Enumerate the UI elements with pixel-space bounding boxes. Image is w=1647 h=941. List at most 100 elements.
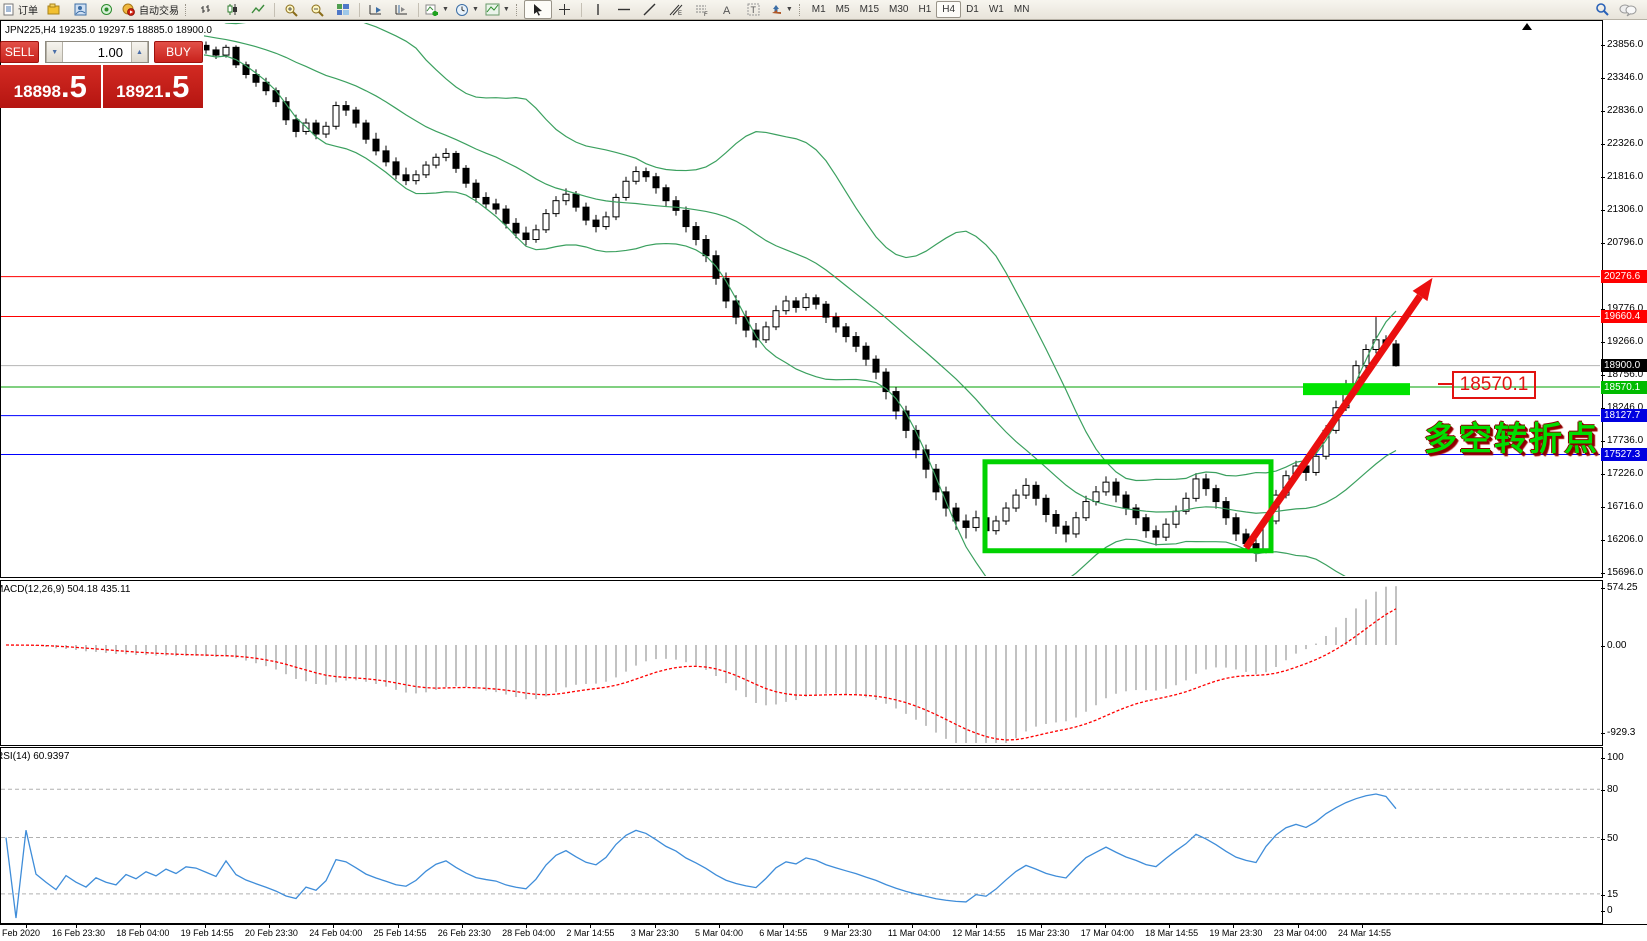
open-value: 19235.0 (59, 25, 95, 36)
timeframe-m5[interactable]: M5 (831, 2, 855, 17)
text-tool-button[interactable]: A (715, 1, 741, 18)
volume-input[interactable]: 1.00 (63, 42, 131, 62)
indicators-button[interactable]: ▼ (422, 1, 452, 18)
rsi-panel[interactable] (0, 747, 1603, 924)
price-tick-label: 20796.0 (1607, 237, 1643, 248)
profiles-button[interactable] (41, 1, 67, 18)
rsi-tick-label: 80 (1607, 784, 1618, 795)
time-label: 2 Mar 14:55 (566, 928, 614, 938)
search-button[interactable] (1589, 1, 1615, 18)
time-label: 3 Mar 23:30 (631, 928, 679, 938)
time-tick (26, 925, 27, 928)
new-order-button[interactable]: 订单 (0, 1, 41, 18)
sell-button[interactable]: SELL (0, 41, 39, 63)
toolbar: 订单 自动交易 (0, 0, 1647, 20)
time-tick (783, 925, 784, 928)
timeframe-m15[interactable]: M15 (855, 2, 884, 17)
crosshair-tool-button[interactable] (552, 1, 578, 18)
bar-chart-button[interactable] (193, 1, 219, 18)
trendline-icon (643, 3, 656, 16)
time-tick (1105, 925, 1106, 928)
toolbar-separator (359, 3, 360, 17)
buy-button[interactable]: BUY (154, 41, 203, 63)
price-tick-label: 22836.0 (1607, 105, 1643, 116)
crosshair-icon (558, 3, 571, 16)
volume-down-button[interactable]: ▼ (46, 42, 63, 62)
time-tick (76, 925, 77, 928)
time-label: 19 Feb 14:55 (181, 928, 234, 938)
text-label-icon: T (747, 3, 760, 16)
ask-price[interactable]: 18921 .5 (103, 65, 204, 108)
zoom-in-icon (284, 3, 298, 17)
time-tick (912, 925, 913, 928)
rsi-tick-label: 50 (1607, 833, 1618, 844)
chart-canvas (0, 0, 1647, 940)
community-chat-button[interactable] (1615, 1, 1641, 18)
price-axis[interactable]: 23856.023346.022836.022326.021816.021306… (1601, 20, 1647, 924)
timeframe-d1[interactable]: D1 (961, 2, 984, 17)
time-label: 16 Feb 23:30 (52, 928, 105, 938)
chat-bubbles-icon (1619, 3, 1637, 17)
time-axis[interactable]: Feb 202016 Feb 23:3018 Feb 04:0019 Feb 1… (0, 924, 1647, 941)
turning-point-annotation[interactable]: 多空转折点 (1424, 412, 1599, 460)
time-label: 25 Feb 14:55 (374, 928, 427, 938)
cursor-tool-button[interactable] (524, 0, 552, 19)
label-tool-button[interactable]: T (741, 1, 767, 18)
zoom-in-button[interactable] (278, 1, 304, 18)
channel-tool-button[interactable]: E (663, 1, 689, 18)
svg-text:E: E (678, 11, 682, 16)
volume-stepper: ▼ 1.00 ▲ (45, 41, 149, 63)
candlestick-button[interactable] (219, 1, 245, 18)
bid-price[interactable]: 18898 .5 (0, 65, 101, 108)
line-chart-button[interactable] (245, 1, 271, 18)
zoom-out-button[interactable] (304, 1, 330, 18)
one-click-trade-panel: SELL ▼ 1.00 ▲ BUY 18898 .5 18921 .5 (0, 41, 203, 108)
macd-panel[interactable] (0, 580, 1603, 746)
timeframe-m30[interactable]: M30 (884, 2, 913, 17)
trendline-tool-button[interactable] (637, 1, 663, 18)
time-tick (205, 925, 206, 928)
timeframe-h4[interactable]: H4 (936, 1, 961, 18)
time-tick (269, 925, 270, 928)
time-label: 23 Mar 04:00 (1274, 928, 1327, 938)
periods-button[interactable]: ▼ (452, 1, 482, 18)
price-tag-annotation[interactable]: 18570.1 (1452, 371, 1536, 399)
timeframe-mn[interactable]: MN (1009, 2, 1035, 17)
templates-button[interactable]: ▼ (482, 1, 513, 18)
price-tick-label: 19266.0 (1607, 336, 1643, 347)
time-tick (462, 925, 463, 928)
templates-icon (485, 3, 500, 16)
toolbar-separator (418, 3, 419, 17)
time-tick (1233, 925, 1234, 928)
navigator-button[interactable] (93, 1, 119, 18)
time-tick (1169, 925, 1170, 928)
timeframe-h1[interactable]: H1 (913, 2, 936, 17)
main-chart-panel[interactable] (0, 20, 1603, 578)
volume-up-button[interactable]: ▲ (131, 42, 148, 62)
time-label: 12 Mar 14:55 (952, 928, 1005, 938)
time-label: 18 Mar 14:55 (1145, 928, 1198, 938)
timeframe-w1[interactable]: W1 (984, 2, 1009, 17)
ask-price-frac: .5 (163, 67, 189, 107)
time-tick (1041, 925, 1042, 928)
market-watch-icon (74, 3, 87, 16)
time-tick (655, 925, 656, 928)
arrows-tool-button[interactable]: ▼ (767, 1, 796, 18)
price-tick-label: 15696.0 (1607, 567, 1643, 578)
macd-tick-label: -929.3 (1607, 727, 1635, 738)
price-tick-label: 21816.0 (1607, 171, 1643, 182)
fibonacci-tool-button[interactable]: F (689, 1, 715, 18)
market-watch-button[interactable] (67, 1, 93, 18)
tile-windows-button[interactable] (330, 1, 356, 18)
scroll-to-end-icon[interactable] (1522, 23, 1532, 30)
ask-price-int: 18921 (116, 72, 163, 112)
hline-tool-button[interactable] (611, 1, 637, 18)
time-tick (719, 925, 720, 928)
rsi-label: RSI(14) 60.9397 (0, 751, 69, 762)
timeframe-m1[interactable]: M1 (807, 2, 831, 17)
chart-shift-button[interactable] (389, 1, 415, 18)
price-level-label: 17527.3 (1601, 448, 1647, 461)
auto-scroll-button[interactable] (363, 1, 389, 18)
auto-trading-button[interactable]: 自动交易 (119, 1, 182, 18)
vline-tool-button[interactable] (585, 1, 611, 18)
